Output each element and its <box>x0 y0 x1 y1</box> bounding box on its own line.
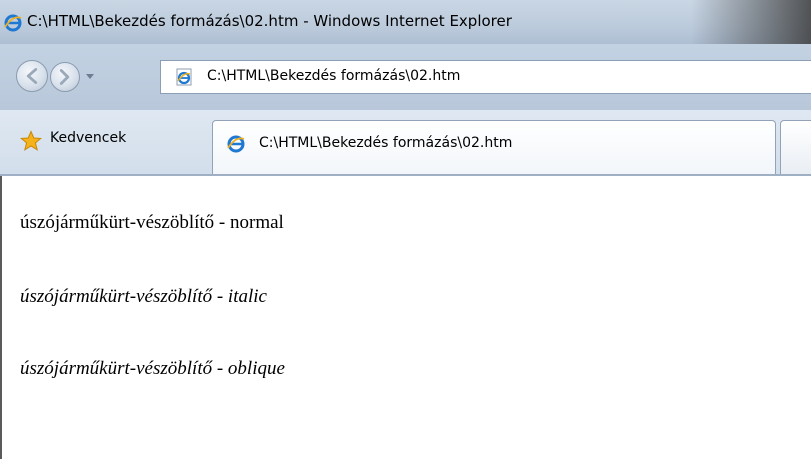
navigation-bar: C:\HTML\Bekezdés formázás\02.htm <box>0 44 811 110</box>
recent-pages-dropdown-icon[interactable] <box>84 70 96 82</box>
page-ie-icon <box>176 68 192 86</box>
address-bar[interactable]: C:\HTML\Bekezdés formázás\02.htm <box>160 60 811 94</box>
tab-label: C:\HTML\Bekezdés formázás\02.htm <box>259 135 513 151</box>
page-content: úszójárműkürt-vészöblítő - normal úszójá… <box>0 176 811 459</box>
title-bar-dark-area <box>691 0 811 44</box>
back-button[interactable] <box>16 60 48 92</box>
new-tab-button[interactable] <box>780 120 811 174</box>
address-text[interactable]: C:\HTML\Bekezdés formázás\02.htm <box>207 68 460 84</box>
back-arrow-icon <box>26 68 38 84</box>
paragraph-normal: úszójárműkürt-vészöblítő - normal <box>20 212 284 233</box>
paragraph-italic: úszójárműkürt-vészöblítő - italic <box>20 286 267 307</box>
forward-button[interactable] <box>50 62 80 92</box>
paragraph-oblique: úszójárműkürt-vészöblítő - oblique <box>20 358 285 379</box>
window-title: C:\HTML\Bekezdés formázás\02.htm - Windo… <box>27 12 512 30</box>
tab-active[interactable]: C:\HTML\Bekezdés formázás\02.htm <box>212 120 776 174</box>
star-icon[interactable] <box>20 130 42 152</box>
forward-arrow-icon <box>59 69 70 85</box>
favorites-bar: Kedvencek C:\HTML\Bekezdés formázás\02.h… <box>0 110 811 176</box>
tab-ie-icon <box>227 135 245 153</box>
favorites-button[interactable]: Kedvencek <box>50 130 126 146</box>
ie-icon <box>4 14 22 32</box>
browser-window: C:\HTML\Bekezdés formázás\02.htm - Windo… <box>0 0 811 459</box>
title-bar: C:\HTML\Bekezdés formázás\02.htm - Windo… <box>0 0 811 44</box>
